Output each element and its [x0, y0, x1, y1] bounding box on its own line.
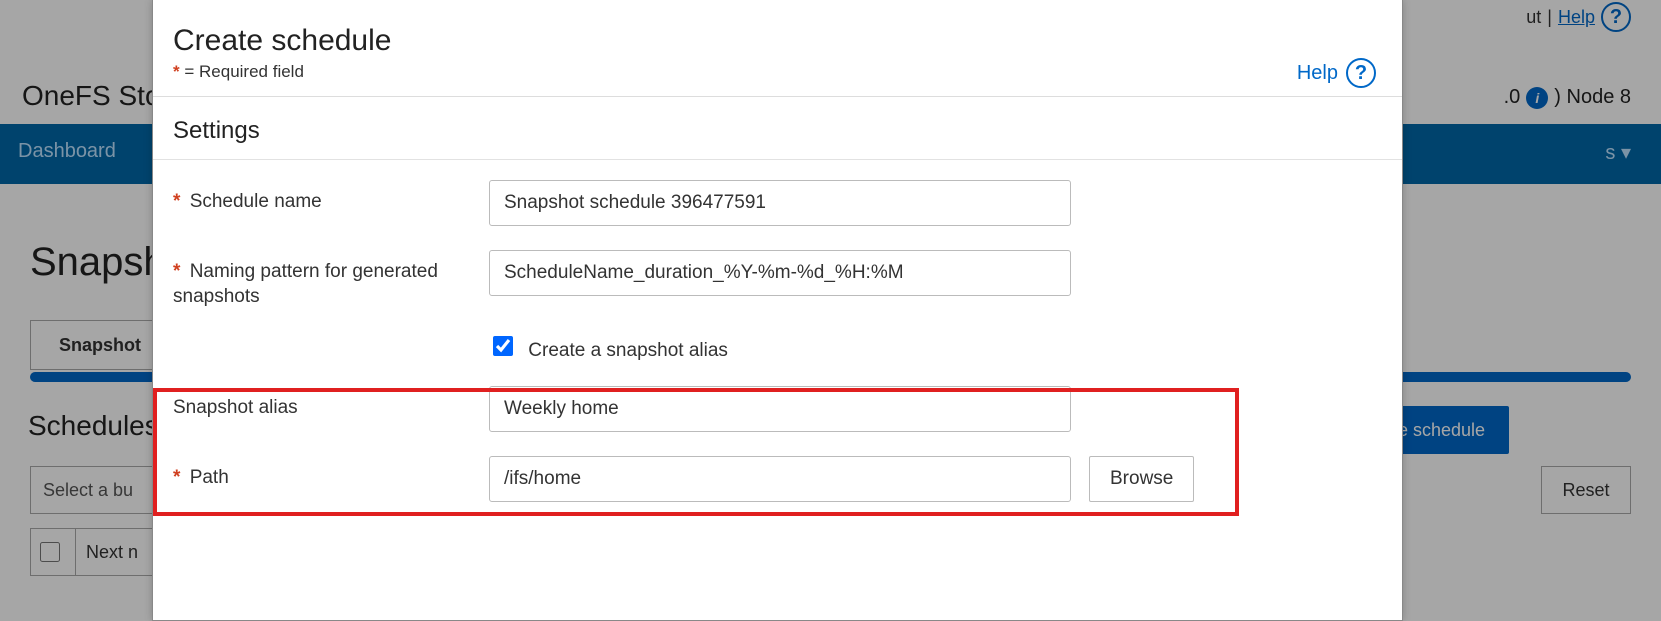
naming-pattern-label: Naming pattern for generated snapshots: [173, 261, 438, 307]
required-asterisk: *: [173, 62, 180, 81]
path-input[interactable]: [489, 456, 1071, 502]
required-asterisk: *: [173, 261, 180, 282]
help-icon[interactable]: ?: [1346, 58, 1376, 88]
required-asterisk: *: [173, 467, 180, 488]
schedule-name-label: Schedule name: [190, 191, 322, 212]
create-alias-option[interactable]: Create a snapshot alias: [489, 333, 728, 362]
naming-pattern-input[interactable]: [489, 250, 1071, 296]
dialog-help[interactable]: Help ?: [1297, 58, 1376, 88]
settings-heading: Settings: [153, 97, 1402, 160]
create-alias-checkbox[interactable]: [493, 336, 513, 356]
required-legend: = Required field: [184, 62, 304, 81]
dialog-title: Create schedule: [173, 24, 1372, 58]
schedule-name-input[interactable]: [489, 180, 1071, 226]
dialog-help-label: Help: [1297, 62, 1338, 85]
snapshot-alias-input[interactable]: [489, 386, 1071, 432]
browse-button[interactable]: Browse: [1089, 456, 1194, 502]
required-asterisk: *: [173, 191, 180, 212]
snapshot-alias-label: Snapshot alias: [173, 397, 298, 418]
create-schedule-dialog: Create schedule * = Required field Help …: [152, 0, 1403, 621]
path-label: Path: [190, 467, 229, 488]
create-alias-label: Create a snapshot alias: [528, 340, 728, 361]
